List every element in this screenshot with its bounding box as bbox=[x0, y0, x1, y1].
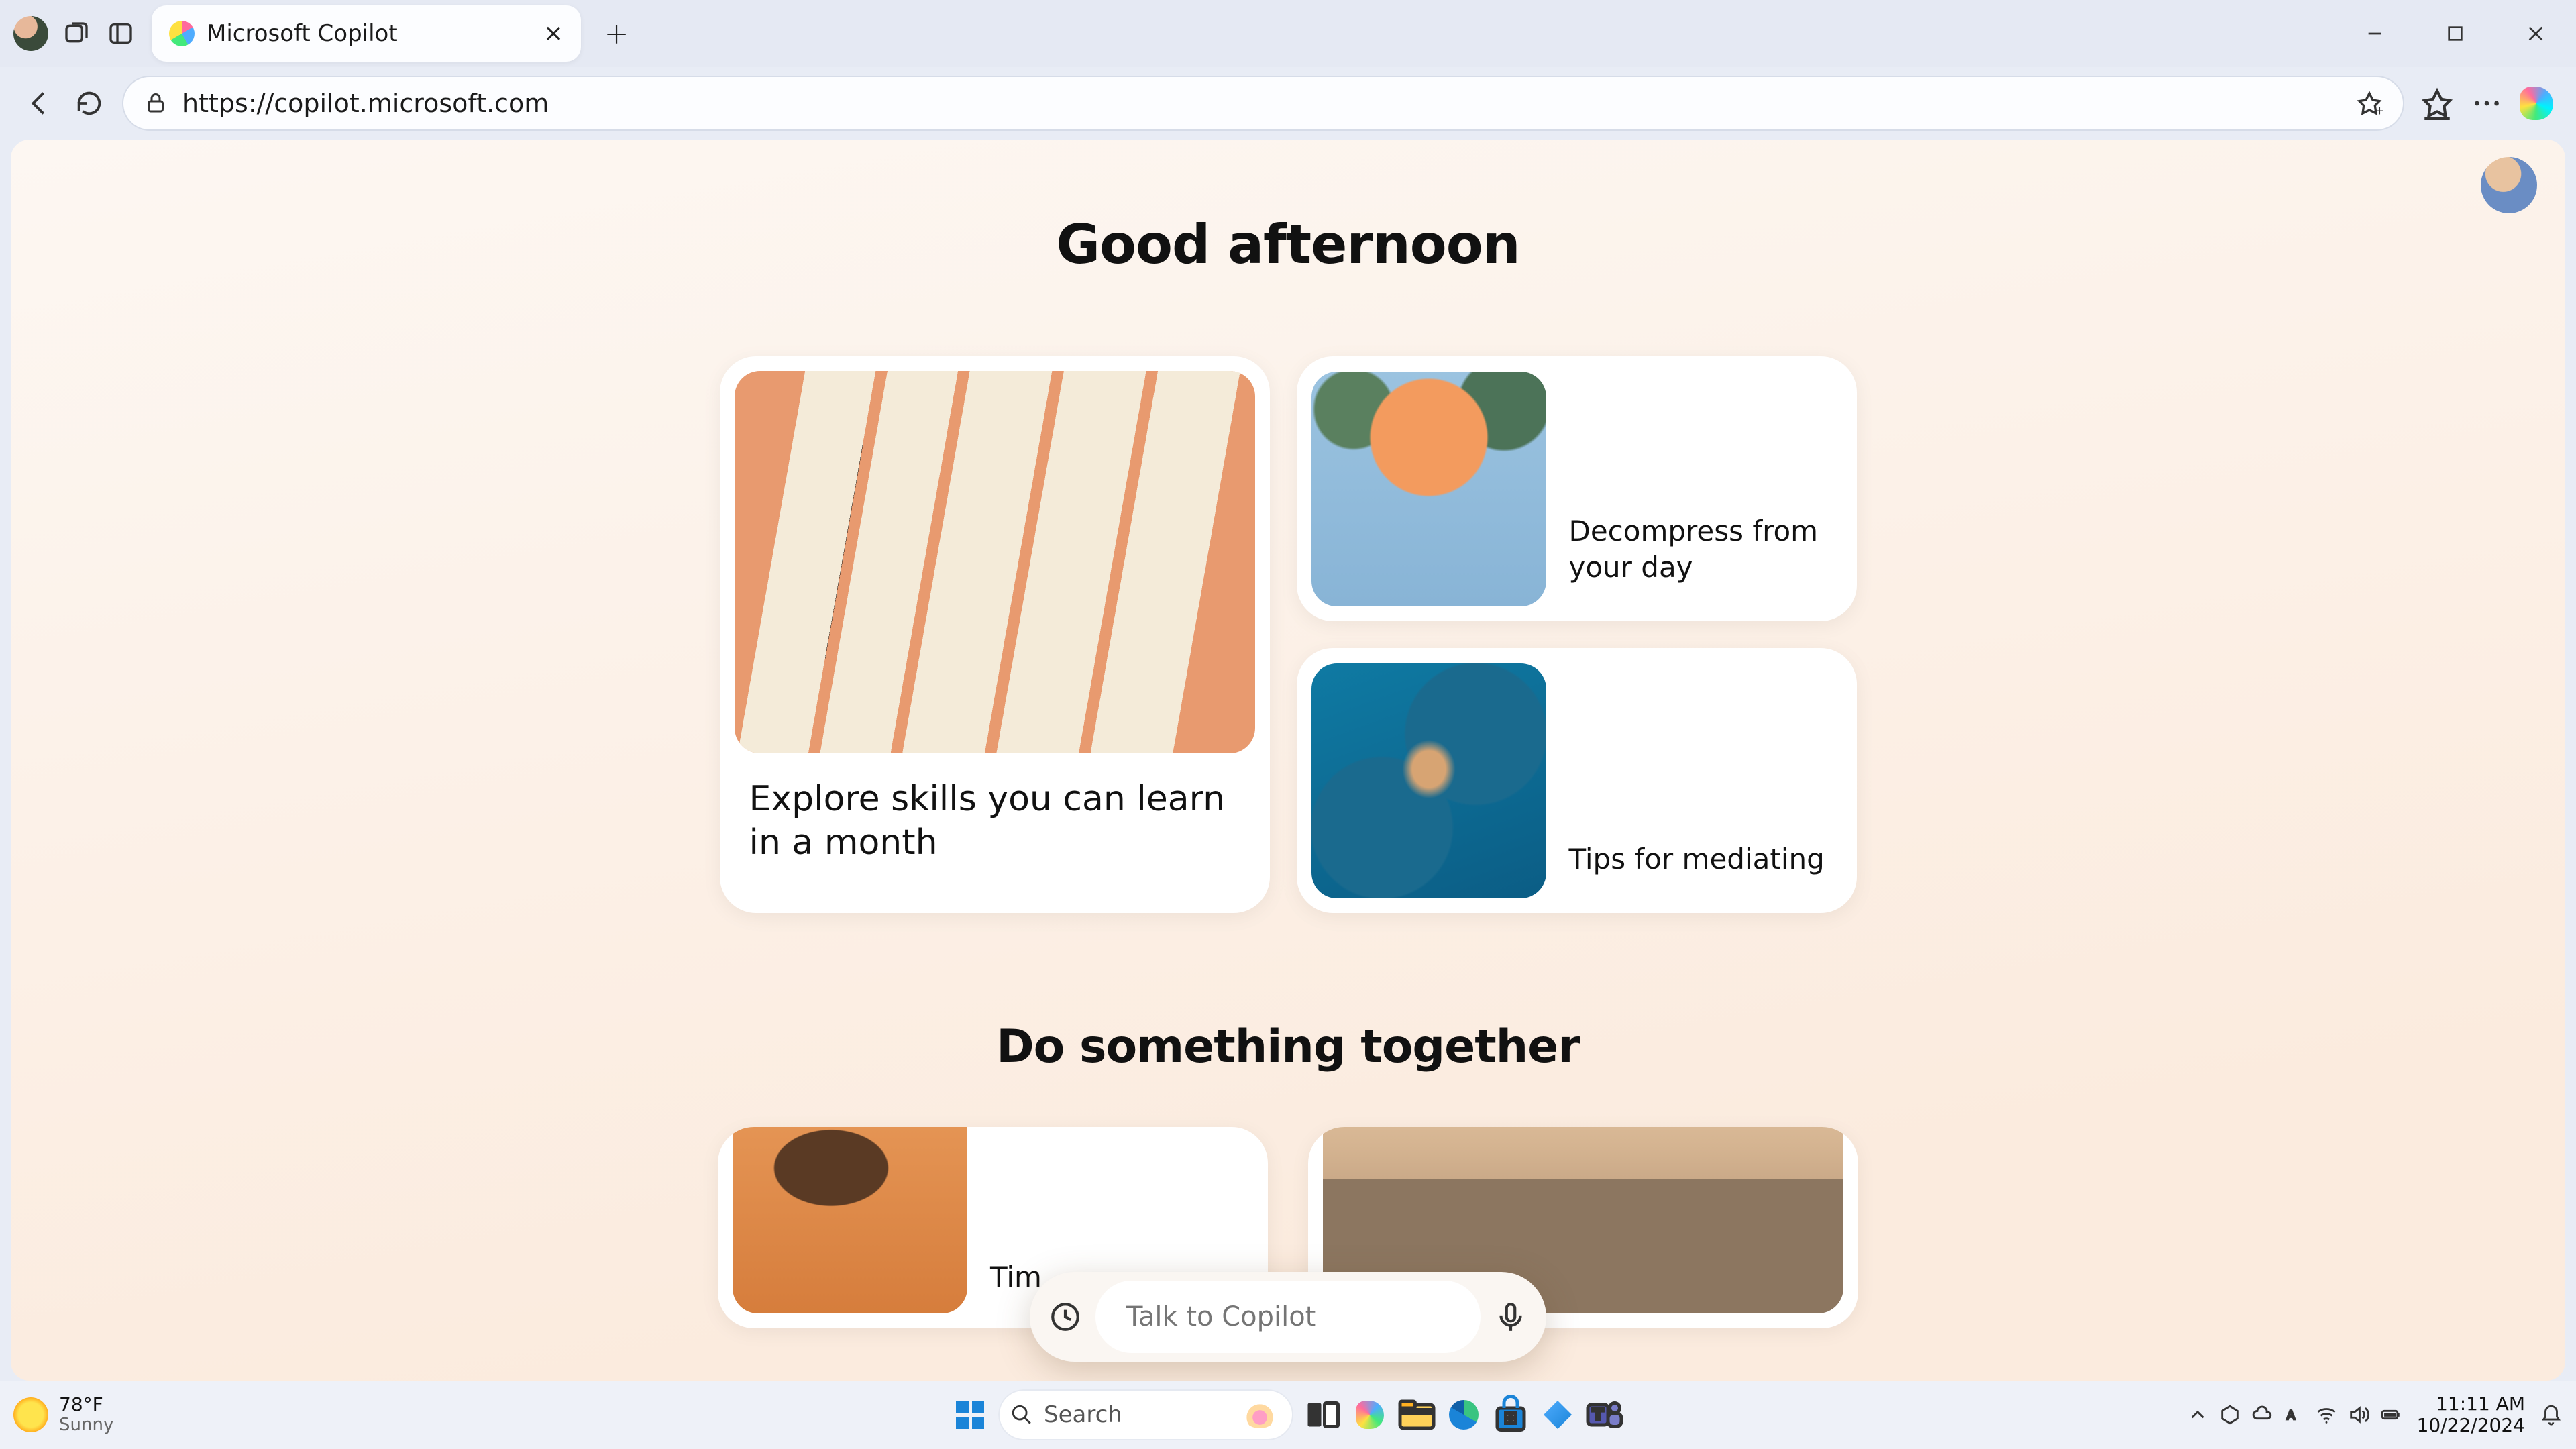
close-tab-icon[interactable]: × bbox=[543, 21, 564, 46]
close-window-button[interactable] bbox=[2496, 0, 2576, 67]
volume-tray-icon[interactable] bbox=[2347, 1403, 2370, 1426]
refresh-button[interactable] bbox=[72, 87, 106, 120]
battery-tray-icon[interactable] bbox=[2379, 1403, 2402, 1426]
page-body: Good afternoon Explore skills you can le… bbox=[11, 140, 2565, 1381]
search-highlight-icon bbox=[1242, 1401, 1277, 1428]
clock-time: 11:11 AM bbox=[2417, 1393, 2525, 1415]
vertical-tabs-icon[interactable] bbox=[107, 20, 134, 47]
history-icon[interactable] bbox=[1049, 1300, 1082, 1334]
card-image-popsicle bbox=[1311, 372, 1546, 606]
language-tray-icon[interactable]: A bbox=[2283, 1403, 2306, 1426]
weather-condition: Sunny bbox=[59, 1415, 113, 1435]
svg-text:A: A bbox=[2286, 1409, 2295, 1423]
profile-avatar[interactable] bbox=[13, 16, 48, 51]
edge-app-icon[interactable] bbox=[1444, 1395, 1484, 1435]
address-bar[interactable]: https://copilot.microsoft.com + bbox=[122, 76, 2404, 131]
browser-tab[interactable]: Microsoft Copilot × bbox=[152, 5, 581, 62]
copilot-favicon bbox=[169, 21, 195, 46]
wifi-tray-icon[interactable] bbox=[2315, 1403, 2338, 1426]
store-app-icon[interactable] bbox=[1491, 1395, 1531, 1435]
favorites-icon[interactable] bbox=[2420, 87, 2454, 120]
notifications-tray-icon[interactable] bbox=[2540, 1403, 2563, 1426]
clock-date: 10/22/2024 bbox=[2417, 1415, 2525, 1436]
card-image-runner bbox=[733, 1127, 967, 1313]
new-tab-button[interactable]: + bbox=[598, 15, 635, 52]
card-caption: Tips for mediating bbox=[1569, 841, 1825, 898]
chat-composer bbox=[1030, 1272, 1546, 1362]
windows-taskbar: 78°F Sunny Search T A 11: bbox=[0, 1381, 2576, 1449]
suggestion-card-small[interactable]: Tips for mediating bbox=[1297, 648, 1857, 913]
settings-menu-icon[interactable] bbox=[2470, 87, 2504, 120]
user-avatar[interactable] bbox=[2481, 157, 2537, 213]
copilot-tray-icon[interactable] bbox=[2218, 1403, 2241, 1426]
maximize-button[interactable] bbox=[2415, 0, 2496, 67]
onedrive-tray-icon[interactable] bbox=[2251, 1403, 2273, 1426]
window-titlebar: Microsoft Copilot × + bbox=[0, 0, 2576, 67]
taskbar-clock[interactable]: 11:11 AM 10/22/2024 bbox=[2417, 1393, 2525, 1436]
greeting-heading: Good afternoon bbox=[11, 213, 2565, 276]
search-placeholder: Search bbox=[1044, 1401, 1232, 1428]
svg-text:+: + bbox=[2375, 105, 2383, 117]
tab-title: Microsoft Copilot bbox=[207, 20, 531, 47]
add-favorite-icon[interactable]: + bbox=[2356, 90, 2383, 117]
start-button[interactable] bbox=[951, 1396, 989, 1434]
weather-widget[interactable]: 78°F Sunny bbox=[13, 1395, 113, 1434]
site-info-icon[interactable] bbox=[144, 91, 168, 115]
file-explorer-icon[interactable] bbox=[1397, 1395, 1437, 1435]
card-image-piano bbox=[735, 371, 1255, 753]
suggestion-card-small[interactable]: Decompress from your day bbox=[1297, 356, 1857, 621]
chat-input[interactable] bbox=[1126, 1301, 1450, 1332]
svg-text:T: T bbox=[1593, 1407, 1603, 1424]
minimize-button[interactable] bbox=[2334, 0, 2415, 67]
copilot-app-icon[interactable] bbox=[1350, 1395, 1390, 1435]
microphone-icon[interactable] bbox=[1494, 1300, 1527, 1334]
section-heading: Do something together bbox=[11, 1020, 2565, 1073]
copilot-taskbar-icon[interactable] bbox=[1538, 1395, 1578, 1435]
copilot-sidebar-icon[interactable] bbox=[2520, 87, 2553, 120]
teams-app-icon[interactable]: T bbox=[1585, 1395, 1625, 1435]
suggestion-cards-row: Explore skills you can learn in a month … bbox=[11, 356, 2565, 913]
back-button[interactable] bbox=[23, 87, 56, 120]
url-text: https://copilot.microsoft.com bbox=[182, 89, 2341, 118]
search-icon bbox=[1010, 1403, 1033, 1426]
show-hidden-icons[interactable] bbox=[2186, 1403, 2209, 1426]
task-view-icon[interactable] bbox=[1303, 1395, 1343, 1435]
window-controls bbox=[2334, 0, 2576, 67]
suggestion-card-large[interactable]: Explore skills you can learn in a month bbox=[720, 356, 1270, 913]
card-caption: Explore skills you can learn in a month bbox=[735, 753, 1255, 885]
card-caption: Decompress from your day bbox=[1569, 513, 1842, 606]
workspaces-icon[interactable] bbox=[63, 20, 90, 47]
sun-icon bbox=[13, 1397, 48, 1432]
taskbar-search[interactable]: Search bbox=[998, 1389, 1293, 1440]
browser-toolbar: https://copilot.microsoft.com + bbox=[0, 67, 2576, 140]
card-image-hand-water bbox=[1311, 663, 1546, 898]
weather-temperature: 78°F bbox=[59, 1395, 113, 1415]
windows-logo-icon bbox=[956, 1401, 984, 1429]
